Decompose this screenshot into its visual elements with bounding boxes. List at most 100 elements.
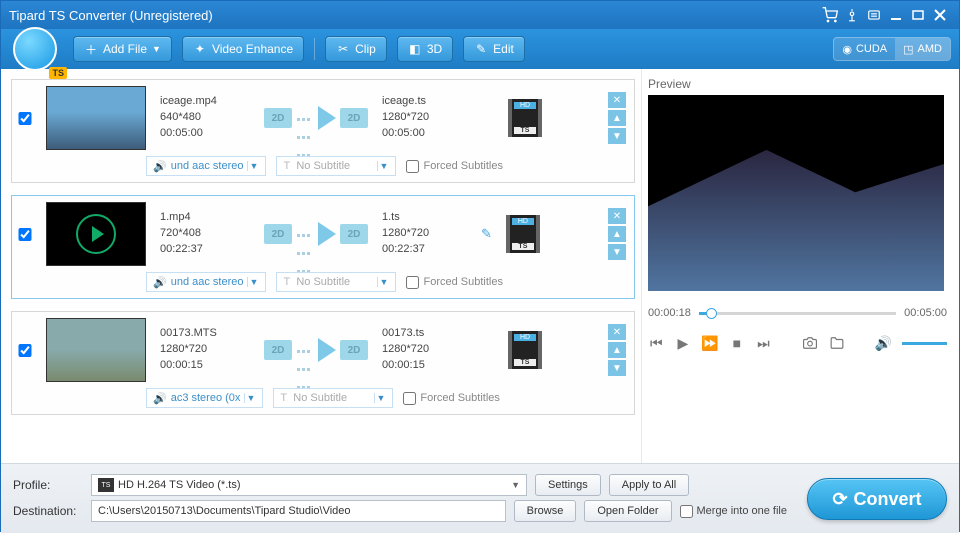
chevron-down-icon: ▼ — [511, 480, 520, 490]
video-enhance-button[interactable]: ✦ Video Enhance — [182, 36, 304, 62]
row-controls: ✕ ▲ ▼ — [608, 324, 626, 376]
move-down-icon[interactable]: ▼ — [608, 128, 626, 144]
file-checkbox[interactable] — [18, 228, 32, 241]
menu-icon[interactable] — [863, 4, 885, 26]
three-d-icon: ◧ — [408, 42, 422, 56]
file-thumbnail[interactable] — [46, 202, 146, 266]
remove-row-icon[interactable]: ✕ — [608, 92, 626, 108]
file-thumbnail[interactable] — [46, 318, 146, 382]
ts-format-icon: TS — [98, 478, 114, 492]
open-folder-button[interactable]: Open Folder — [584, 500, 671, 522]
file-checkbox[interactable] — [18, 112, 32, 125]
move-up-icon[interactable]: ▲ — [608, 342, 626, 358]
speaker-icon: 🔊 — [153, 276, 167, 289]
profile-select[interactable]: TSHD H.264 TS Video (*.ts) ▼ — [91, 474, 527, 496]
next-button[interactable]: ⏭ — [755, 333, 772, 353]
conversion-arrow: 2D2D — [264, 106, 368, 130]
settings-button[interactable]: Settings — [535, 474, 601, 496]
preview-label: Preview — [648, 77, 947, 91]
amd-icon: ◳ — [903, 43, 913, 56]
output-info: 00173.ts1280*72000:00:15 — [382, 326, 467, 374]
three-d-button[interactable]: ◧ 3D — [397, 36, 453, 62]
source-info: 1.mp4720*40800:22:37 — [160, 210, 250, 258]
volume-icon[interactable]: 🔊 — [875, 333, 892, 353]
audio-track-select[interactable]: 🔊und aac stereo▼ — [146, 156, 266, 176]
snapshot-button[interactable] — [802, 333, 819, 353]
preview-screen[interactable] — [648, 95, 944, 291]
forced-subtitles-checkbox[interactable]: Forced Subtitles — [406, 276, 502, 289]
player-controls: ⏮ ▶ ⏩ ■ ⏭ 🔊 — [648, 333, 947, 353]
convert-button[interactable]: ⟳ Convert — [807, 478, 947, 520]
play-button[interactable]: ▶ — [675, 333, 692, 353]
file-row[interactable]: 1.mp4720*40800:22:372D2D1.ts1280*72000:2… — [11, 195, 635, 299]
output-format-icon[interactable]: HDTS — [506, 215, 540, 253]
pencil-icon[interactable]: ✎ — [481, 226, 492, 242]
move-up-icon[interactable]: ▲ — [608, 110, 626, 126]
forced-subtitles-checkbox[interactable]: Forced Subtitles — [406, 160, 502, 173]
subtitle-icon: T — [283, 276, 290, 288]
time-bar: 00:00:18 00:05:00 — [648, 307, 947, 319]
speaker-icon: 🔊 — [153, 160, 167, 173]
total-time: 00:05:00 — [904, 307, 947, 319]
file-checkbox[interactable] — [18, 344, 32, 357]
chevron-down-icon: ▼ — [152, 44, 161, 54]
chevron-down-icon: ▼ — [377, 161, 389, 171]
gpu-selector: ◉CUDA ◳AMD — [833, 37, 951, 61]
cart-icon[interactable] — [819, 4, 841, 26]
subtitle-select[interactable]: T No Subtitle▼ — [276, 272, 396, 292]
destination-field[interactable]: C:\Users\20150713\Documents\Tipard Studi… — [91, 500, 506, 522]
output-format-icon[interactable]: HDTS — [508, 331, 542, 369]
prev-button[interactable]: ⏮ — [648, 333, 665, 353]
forced-subtitles-checkbox[interactable]: Forced Subtitles — [403, 392, 499, 405]
stop-button[interactable]: ■ — [729, 333, 746, 353]
fast-forward-button[interactable]: ⏩ — [701, 333, 718, 353]
seek-slider[interactable] — [699, 312, 896, 315]
gpu-cuda-button[interactable]: ◉CUDA — [834, 38, 895, 60]
footer: Profile: TSHD H.264 TS Video (*.ts) ▼ Se… — [1, 463, 959, 533]
output-format-icon[interactable]: HDTS — [508, 99, 542, 137]
preview-panel: Preview 00:00:18 00:05:00 ⏮ ▶ ⏩ ■ ⏭ 🔊 — [641, 69, 959, 463]
browse-button[interactable]: Browse — [514, 500, 577, 522]
chevron-down-icon: ▼ — [377, 277, 389, 287]
register-icon[interactable] — [841, 4, 863, 26]
remove-row-icon[interactable]: ✕ — [608, 208, 626, 224]
close-icon[interactable] — [929, 4, 951, 26]
add-file-button[interactable]: ＋ Add File ▼ — [73, 36, 172, 62]
audio-track-select[interactable]: 🔊und aac stereo▼ — [146, 272, 266, 292]
edit-icon: ✎ — [474, 42, 488, 56]
gpu-amd-button[interactable]: ◳AMD — [895, 38, 950, 60]
chevron-down-icon: ▼ — [244, 393, 256, 403]
source-info: 00173.MTS1280*72000:00:15 — [160, 326, 250, 374]
audio-track-select[interactable]: 🔊ac3 stereo (0x▼ — [146, 388, 263, 408]
move-down-icon[interactable]: ▼ — [608, 244, 626, 260]
clip-button[interactable]: ✂ Clip — [325, 36, 387, 62]
current-time: 00:00:18 — [648, 307, 691, 319]
chevron-down-icon: ▼ — [247, 277, 259, 287]
apply-all-button[interactable]: Apply to All — [609, 474, 689, 496]
maximize-icon[interactable] — [907, 4, 929, 26]
file-row[interactable]: iceage.mp4640*48000:05:002D2Diceage.ts12… — [11, 79, 635, 183]
main-area: iceage.mp4640*48000:05:002D2Diceage.ts12… — [1, 69, 959, 463]
subtitle-select[interactable]: T No Subtitle▼ — [276, 156, 396, 176]
source-info: iceage.mp4640*48000:05:00 — [160, 94, 250, 142]
move-up-icon[interactable]: ▲ — [608, 226, 626, 242]
remove-row-icon[interactable]: ✕ — [608, 324, 626, 340]
volume-slider[interactable] — [902, 342, 947, 345]
merge-checkbox[interactable]: Merge into one file — [680, 505, 788, 518]
minimize-icon[interactable] — [885, 4, 907, 26]
snapshot-folder-button[interactable] — [828, 333, 845, 353]
plus-icon: ＋ — [84, 42, 98, 56]
profile-label: Profile: — [13, 478, 83, 492]
file-list: iceage.mp4640*48000:05:002D2Diceage.ts12… — [1, 69, 641, 463]
subtitle-select[interactable]: T No Subtitle▼ — [273, 388, 393, 408]
row-controls: ✕ ▲ ▼ — [608, 92, 626, 144]
edit-button[interactable]: ✎ Edit — [463, 36, 525, 62]
chevron-down-icon: ▼ — [374, 393, 386, 403]
file-row[interactable]: 00173.MTS1280*72000:00:15 2D2D 00173.ts128… — [11, 311, 635, 415]
file-thumbnail[interactable] — [46, 86, 146, 150]
window-title: Tipard TS Converter (Unregistered) — [9, 8, 213, 23]
conversion-arrow: 2D2D — [264, 222, 368, 246]
chevron-down-icon: ▼ — [247, 161, 259, 171]
move-down-icon[interactable]: ▼ — [608, 360, 626, 376]
conversion-arrow: 2D2D — [264, 338, 368, 362]
